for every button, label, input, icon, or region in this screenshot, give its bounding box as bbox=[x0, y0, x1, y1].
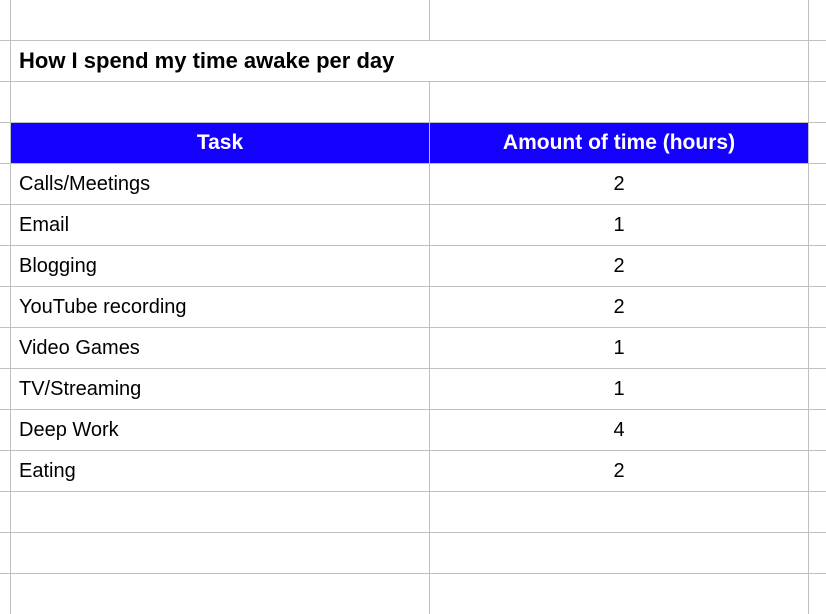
amount-cell[interactable]: 2 bbox=[430, 164, 808, 204]
cell[interactable] bbox=[11, 533, 429, 573]
task-cell[interactable]: Eating bbox=[11, 451, 429, 491]
cell[interactable] bbox=[809, 451, 826, 491]
cell[interactable] bbox=[809, 123, 826, 163]
cell[interactable] bbox=[809, 246, 826, 286]
cell[interactable] bbox=[11, 82, 429, 122]
amount-cell[interactable]: 2 bbox=[430, 451, 808, 491]
cell[interactable] bbox=[11, 574, 429, 614]
page-title[interactable]: How I spend my time awake per day bbox=[11, 41, 808, 81]
task-cell[interactable]: TV/Streaming bbox=[11, 369, 429, 409]
cell[interactable] bbox=[809, 533, 826, 573]
cell[interactable] bbox=[809, 82, 826, 122]
row-gutter bbox=[0, 41, 10, 81]
amount-cell[interactable]: 1 bbox=[430, 369, 808, 409]
task-cell[interactable]: Deep Work bbox=[11, 410, 429, 450]
amount-cell[interactable]: 4 bbox=[430, 410, 808, 450]
cell[interactable] bbox=[809, 492, 826, 532]
row-gutter bbox=[0, 287, 10, 327]
row-gutter bbox=[0, 205, 10, 245]
cell[interactable] bbox=[430, 0, 808, 40]
cell[interactable] bbox=[430, 492, 808, 532]
row-gutter bbox=[0, 246, 10, 286]
amount-cell[interactable]: 1 bbox=[430, 328, 808, 368]
cell[interactable] bbox=[430, 533, 808, 573]
column-header-amount[interactable]: Amount of time (hours) bbox=[430, 123, 808, 163]
spreadsheet-grid[interactable]: How I spend my time awake per day Task A… bbox=[0, 0, 826, 614]
amount-cell[interactable]: 2 bbox=[430, 246, 808, 286]
row-gutter bbox=[0, 164, 10, 204]
amount-cell[interactable]: 2 bbox=[430, 287, 808, 327]
task-cell[interactable]: Video Games bbox=[11, 328, 429, 368]
cell[interactable] bbox=[809, 41, 826, 81]
task-cell[interactable]: Email bbox=[11, 205, 429, 245]
task-cell[interactable]: Calls/Meetings bbox=[11, 164, 429, 204]
row-gutter bbox=[0, 0, 10, 40]
row-gutter bbox=[0, 492, 10, 532]
task-cell[interactable]: YouTube recording bbox=[11, 287, 429, 327]
cell[interactable] bbox=[809, 287, 826, 327]
row-gutter bbox=[0, 410, 10, 450]
cell[interactable] bbox=[809, 328, 826, 368]
cell[interactable] bbox=[809, 369, 826, 409]
task-cell[interactable]: Blogging bbox=[11, 246, 429, 286]
cell[interactable] bbox=[809, 410, 826, 450]
row-gutter bbox=[0, 369, 10, 409]
row-gutter bbox=[0, 533, 10, 573]
row-gutter bbox=[0, 82, 10, 122]
cell[interactable] bbox=[11, 492, 429, 532]
row-gutter bbox=[0, 328, 10, 368]
amount-cell[interactable]: 1 bbox=[430, 205, 808, 245]
row-gutter bbox=[0, 574, 10, 614]
row-gutter bbox=[0, 451, 10, 491]
cell[interactable] bbox=[11, 0, 429, 40]
cell[interactable] bbox=[430, 574, 808, 614]
cell[interactable] bbox=[809, 0, 826, 40]
cell[interactable] bbox=[430, 82, 808, 122]
column-header-task[interactable]: Task bbox=[11, 123, 429, 163]
cell[interactable] bbox=[809, 574, 826, 614]
cell[interactable] bbox=[809, 205, 826, 245]
cell[interactable] bbox=[809, 164, 826, 204]
row-gutter bbox=[0, 123, 10, 163]
